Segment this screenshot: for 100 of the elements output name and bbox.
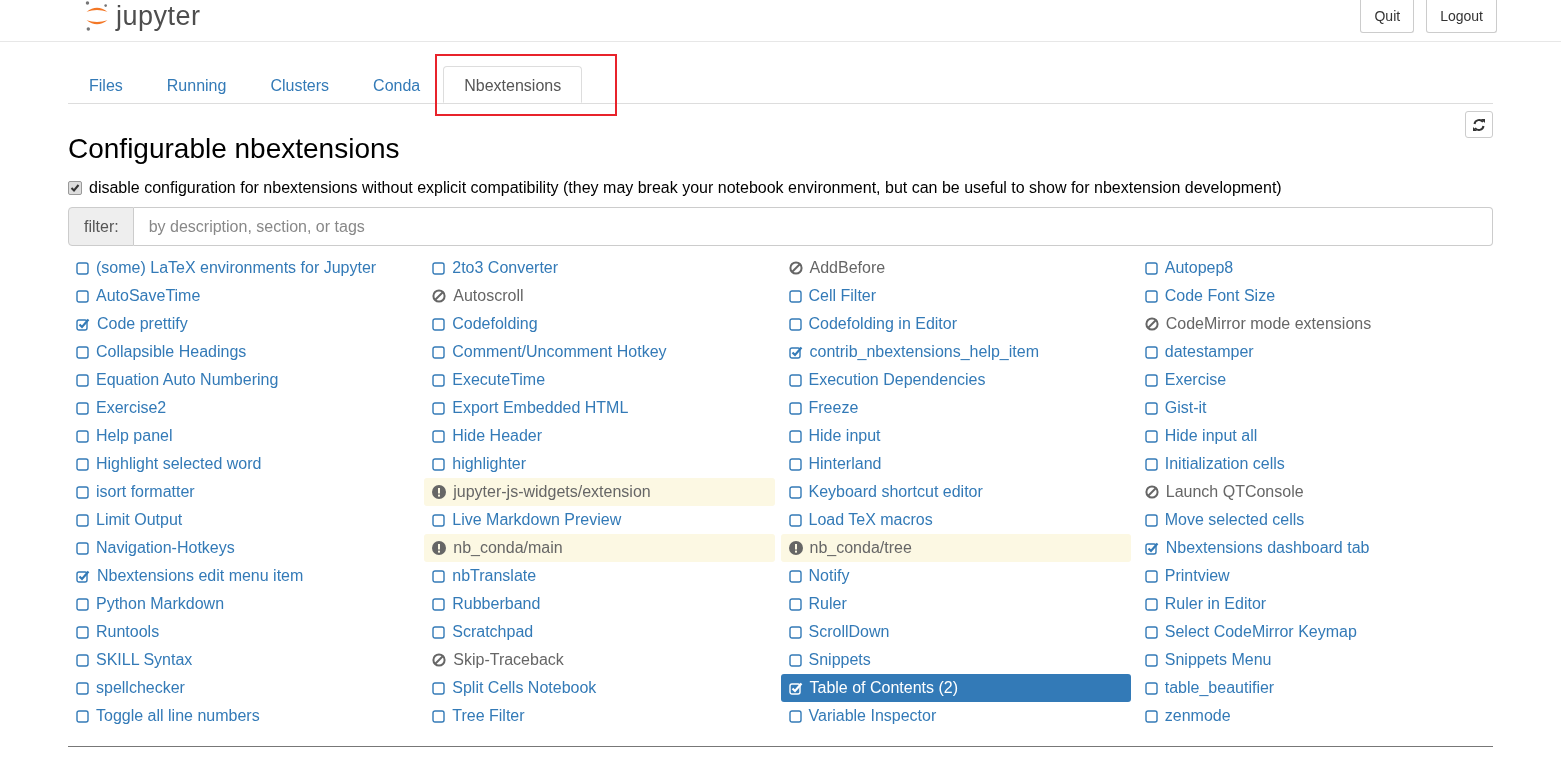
extension-item[interactable]: AddBefore	[780, 254, 1131, 282]
extension-name: Autopep8	[1164, 259, 1234, 277]
page-title: Configurable nbextensions	[68, 133, 400, 165]
extension-name: AutoSaveTime	[96, 287, 201, 305]
extension-item[interactable]: Freeze	[780, 394, 1131, 422]
quit-button[interactable]: Quit	[1360, 0, 1415, 33]
extension-name: Skip-Traceback	[453, 651, 564, 669]
extension-item[interactable]: nbTranslate	[424, 562, 775, 590]
extension-item[interactable]: Highlight selected word	[68, 450, 419, 478]
extension-name: AddBefore	[809, 259, 886, 277]
extension-item[interactable]: Load TeX macros	[780, 506, 1131, 534]
extension-item[interactable]: Tree Filter	[424, 702, 775, 730]
extension-item[interactable]: Exercise2	[68, 394, 419, 422]
extension-item[interactable]: Hinterland	[780, 450, 1131, 478]
extension-item[interactable]: Initialization cells	[1136, 450, 1487, 478]
extension-item[interactable]: highlighter	[424, 450, 775, 478]
extension-item[interactable]: contrib_nbextensions_help_item	[780, 338, 1131, 366]
extension-item[interactable]: Runtools	[68, 618, 419, 646]
extension-item[interactable]: jupyter-js-widgets/extension	[424, 478, 775, 506]
extension-name: Ruler	[808, 595, 847, 613]
extension-item[interactable]: Rubberband	[424, 590, 775, 618]
extension-item[interactable]: Codefolding in Editor	[780, 310, 1131, 338]
extension-item[interactable]: Collapsible Headings	[68, 338, 419, 366]
extension-name: Code prettify	[97, 315, 188, 333]
extension-item[interactable]: AutoSaveTime	[68, 282, 419, 310]
extension-name: Hinterland	[808, 455, 882, 473]
extension-item[interactable]: Help panel	[68, 422, 419, 450]
extension-name: Limit Output	[96, 511, 183, 529]
extension-item[interactable]: nb_conda/main	[424, 534, 775, 562]
filter-field[interactable]: by description, section, or tags	[133, 207, 1493, 246]
extension-name: Printview	[1164, 567, 1230, 585]
tab[interactable]: Nbextensions	[443, 66, 583, 103]
extension-name: Hide input all	[1164, 427, 1258, 445]
extension-name: Launch QTConsole	[1165, 483, 1304, 501]
extension-item[interactable]: Keyboard shortcut editor	[780, 478, 1131, 506]
extension-item[interactable]: Move selected cells	[1136, 506, 1487, 534]
extension-name: Snippets Menu	[1164, 651, 1272, 669]
extension-item[interactable]: Exercise	[1136, 366, 1487, 394]
extension-item[interactable]: Split Cells Notebook	[424, 674, 775, 702]
extension-item[interactable]: ScrollDown	[780, 618, 1131, 646]
extension-item[interactable]: Hide Header	[424, 422, 775, 450]
extension-item[interactable]: (some) LaTeX environments for Jupyter	[68, 254, 419, 282]
extension-item[interactable]: Ruler	[780, 590, 1131, 618]
extension-name: highlighter	[452, 455, 527, 473]
extension-item[interactable]: Hide input all	[1136, 422, 1487, 450]
extension-item[interactable]: Ruler in Editor	[1136, 590, 1487, 618]
extension-item[interactable]: Toggle all line numbers	[68, 702, 419, 730]
extension-name: datestamper	[1164, 343, 1254, 361]
extension-item[interactable]: zenmode	[1136, 702, 1487, 730]
extension-name: Nbextensions dashboard tab	[1165, 539, 1370, 557]
extension-item[interactable]: Launch QTConsole	[1136, 478, 1487, 506]
extension-item[interactable]: Live Markdown Preview	[424, 506, 775, 534]
extension-item[interactable]: Nbextensions dashboard tab	[1136, 534, 1487, 562]
extension-item[interactable]: isort formatter	[68, 478, 419, 506]
extension-name: nb_conda/tree	[809, 539, 912, 557]
extension-item[interactable]: Execution Dependencies	[780, 366, 1131, 394]
extension-name: Highlight selected word	[96, 455, 262, 473]
extension-name: Scratchpad	[452, 623, 534, 641]
extension-item[interactable]: Variable Inspector	[780, 702, 1131, 730]
extension-name: Notify	[808, 567, 850, 585]
extension-item[interactable]: Skip-Traceback	[424, 646, 775, 674]
extension-name: Runtools	[96, 623, 160, 641]
extension-item[interactable]: Comment/Uncomment Hotkey	[424, 338, 775, 366]
extension-item[interactable]: Python Markdown	[68, 590, 419, 618]
extension-item[interactable]: datestamper	[1136, 338, 1487, 366]
extension-item[interactable]: Gist-it	[1136, 394, 1487, 422]
extension-item[interactable]: Code prettify	[68, 310, 419, 338]
extension-name: Load TeX macros	[808, 511, 933, 529]
extension-item[interactable]: Equation Auto Numbering	[68, 366, 419, 394]
extension-item[interactable]: table_beautifier	[1136, 674, 1487, 702]
extension-name: Python Markdown	[96, 595, 225, 613]
extension-item[interactable]: Table of Contents (2)	[780, 674, 1131, 702]
logout-button[interactable]: Logout	[1426, 0, 1497, 33]
extension-item[interactable]: Nbextensions edit menu item	[68, 562, 419, 590]
extension-name: Nbextensions edit menu item	[97, 567, 304, 585]
extension-name: CodeMirror mode extensions	[1165, 315, 1372, 333]
extension-item[interactable]: Autopep8	[1136, 254, 1487, 282]
extension-item[interactable]: Printview	[1136, 562, 1487, 590]
extension-item[interactable]: Snippets	[780, 646, 1131, 674]
extension-item[interactable]: nb_conda/tree	[780, 534, 1131, 562]
extension-item[interactable]: Export Embedded HTML	[424, 394, 775, 422]
extension-name: Live Markdown Preview	[452, 511, 622, 529]
extension-item[interactable]: SKILL Syntax	[68, 646, 419, 674]
extension-item[interactable]: Cell Filter	[780, 282, 1131, 310]
extension-name: contrib_nbextensions_help_item	[809, 343, 1039, 361]
extension-item[interactable]: ExecuteTime	[424, 366, 775, 394]
extension-item[interactable]: Limit Output	[68, 506, 419, 534]
extension-item[interactable]: 2to3 Converter	[424, 254, 775, 282]
extension-item[interactable]: Hide input	[780, 422, 1131, 450]
extension-item[interactable]: Navigation-Hotkeys	[68, 534, 419, 562]
extension-item[interactable]: Autoscroll	[424, 282, 775, 310]
extension-item[interactable]: spellchecker	[68, 674, 419, 702]
extension-item[interactable]: Codefolding	[424, 310, 775, 338]
extension-item[interactable]: Snippets Menu	[1136, 646, 1487, 674]
extension-item[interactable]: Notify	[780, 562, 1131, 590]
extension-item[interactable]: CodeMirror mode extensions	[1136, 310, 1487, 338]
extension-item[interactable]: Select CodeMirror Keymap	[1136, 618, 1487, 646]
extension-item[interactable]: Scratchpad	[424, 618, 775, 646]
extension-name: Navigation-Hotkeys	[96, 539, 235, 557]
extension-item[interactable]: Code Font Size	[1136, 282, 1487, 310]
